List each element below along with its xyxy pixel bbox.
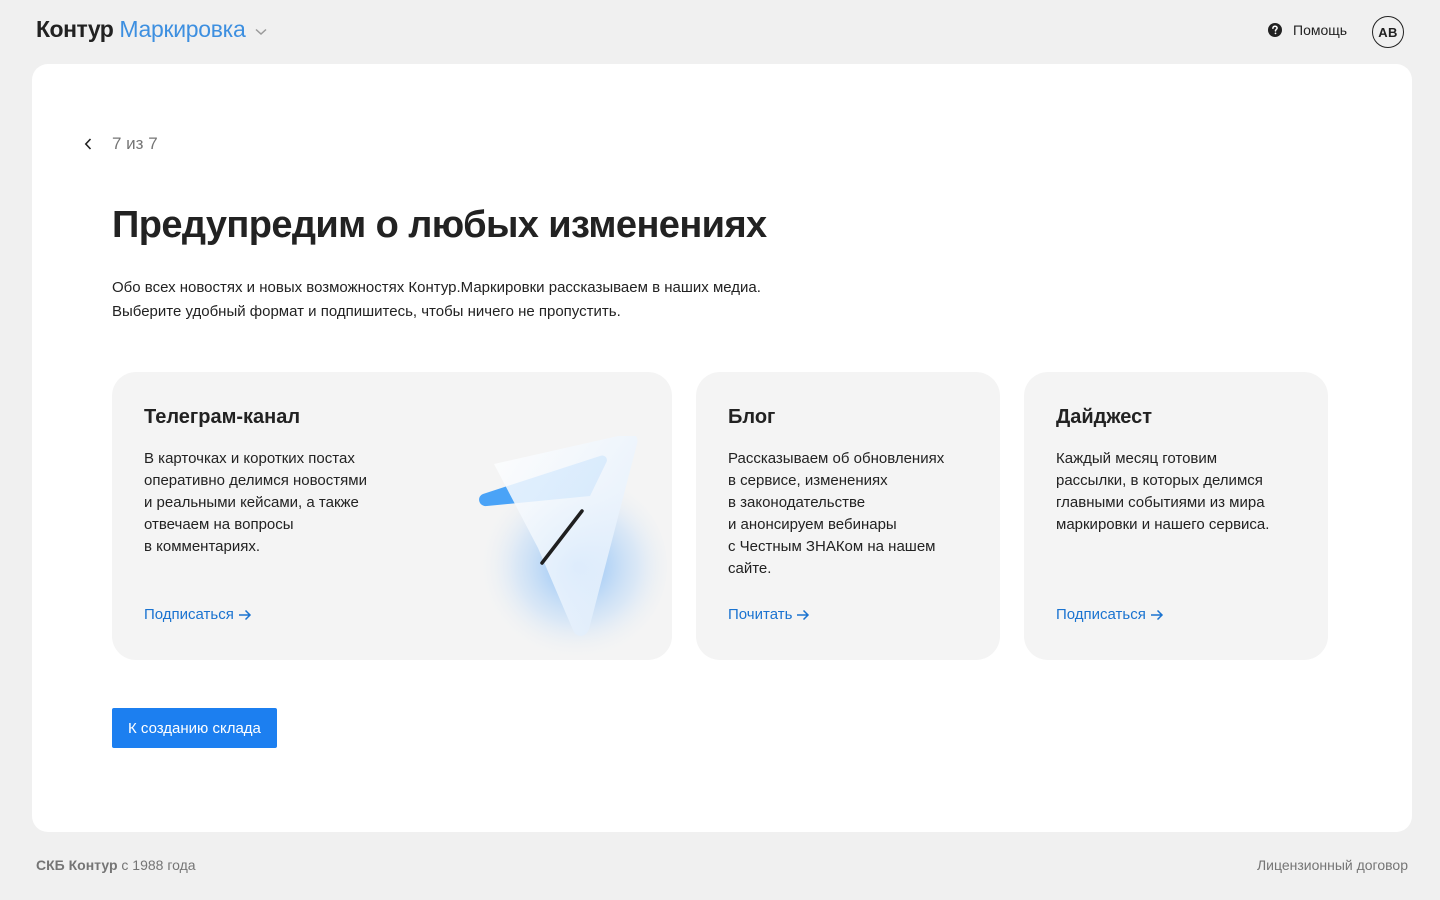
- link-label: Почитать: [728, 606, 793, 623]
- arrow-right-icon: [238, 609, 251, 620]
- description-line: Обо всех новостях и новых возможностях К…: [112, 279, 761, 296]
- page-title: Предупредим о любых изменениях: [112, 204, 767, 246]
- app-header: Контур Маркировка Помощь AB: [0, 0, 1440, 64]
- avatar[interactable]: AB: [1372, 16, 1404, 48]
- arrow-right-icon: [1150, 609, 1163, 620]
- telegram-card: Телеграм-канал В карточках и коротких по…: [112, 372, 672, 660]
- telegram-subscribe-link[interactable]: Подписаться: [144, 606, 252, 623]
- link-label: Подписаться: [1056, 606, 1146, 623]
- footer-copyright: СКБ Контур с 1988 года: [36, 857, 196, 873]
- brand-logo: Контур: [36, 16, 114, 42]
- arrow-right-icon: [797, 609, 810, 620]
- help-link[interactable]: Помощь: [1267, 22, 1347, 38]
- create-warehouse-button[interactable]: К созданию склада: [112, 708, 277, 748]
- digest-subscribe-link[interactable]: Подписаться: [1056, 606, 1164, 623]
- card-text: В карточках и коротких постах оперативно…: [144, 450, 367, 555]
- company-name: СКБ Контур: [36, 857, 118, 873]
- company-since: с 1988 года: [117, 857, 196, 873]
- chevron-down-icon: [255, 28, 267, 35]
- back-button[interactable]: [76, 132, 100, 156]
- main-panel: 7 из 7 Предупредим о любых изменениях Об…: [32, 64, 1412, 832]
- license-link[interactable]: Лицензионный договор: [1257, 857, 1408, 873]
- help-circle-icon: [1268, 23, 1282, 37]
- card-text: Рассказываем об обновлениях в сервисе, и…: [728, 450, 945, 577]
- help-label: Помощь: [1293, 22, 1348, 38]
- blog-card: Блог Рассказываем об обновлениях в серви…: [696, 372, 1000, 660]
- digest-card: Дайджест Каждый месяц готовим рассылки, …: [1024, 372, 1328, 660]
- product-name: Маркировка: [119, 16, 246, 42]
- page-description: Обо всех новостях и новых возможностях К…: [112, 276, 872, 324]
- card-title: Блог: [728, 406, 776, 428]
- telegram-plane-illustration: [467, 436, 667, 656]
- card-text: Каждый месяц готовим рассылки, в которых…: [1056, 450, 1270, 533]
- product-switcher[interactable]: Контур Маркировка: [36, 16, 267, 43]
- chevron-left-icon: [84, 138, 92, 150]
- description-line: Выберите удобный формат и подпишитесь, ч…: [112, 303, 621, 320]
- card-title: Телеграм-канал: [144, 406, 301, 428]
- blog-read-link[interactable]: Почитать: [728, 606, 810, 623]
- step-indicator: 7 из 7: [76, 132, 158, 156]
- step-counter: 7 из 7: [112, 134, 158, 153]
- card-title: Дайджест: [1056, 406, 1153, 428]
- link-label: Подписаться: [144, 606, 234, 623]
